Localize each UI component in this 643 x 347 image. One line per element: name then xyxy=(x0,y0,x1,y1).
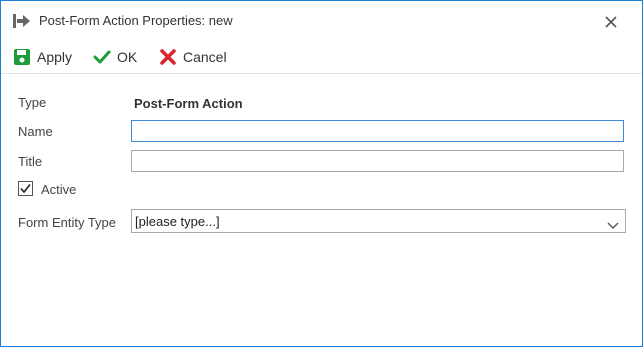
checkmark-icon xyxy=(20,184,31,194)
active-label: Active xyxy=(41,182,77,197)
chevron-down-icon xyxy=(607,218,619,233)
active-checkbox[interactable] xyxy=(18,181,33,196)
title-input[interactable] xyxy=(131,150,624,172)
type-label: Type xyxy=(18,95,47,110)
type-value: Post-Form Action xyxy=(134,96,243,111)
cancel-label: Cancel xyxy=(183,49,227,65)
form-entity-type-value: [please type...] xyxy=(135,214,220,229)
exit-arrow-icon xyxy=(13,13,31,29)
title-label: Title xyxy=(18,154,43,169)
form-entity-type-label: Form Entity Type xyxy=(18,215,117,230)
close-icon xyxy=(605,16,617,28)
ok-label: OK xyxy=(117,49,138,65)
title-bar: Post-Form Action Properties: new xyxy=(1,1,642,41)
close-button[interactable] xyxy=(601,12,621,32)
name-label: Name xyxy=(18,124,53,139)
apply-button[interactable]: Apply xyxy=(13,47,72,67)
dialog-window: Post-Form Action Properties: new Apply O… xyxy=(0,0,643,347)
window-title: Post-Form Action Properties: new xyxy=(39,13,233,28)
cancel-button[interactable]: Cancel xyxy=(159,47,227,67)
form-entity-type-select[interactable]: [please type...] xyxy=(131,209,626,233)
apply-label: Apply xyxy=(37,49,73,65)
ok-button[interactable]: OK xyxy=(93,47,137,67)
x-icon xyxy=(160,49,176,65)
save-icon xyxy=(14,49,30,65)
name-input[interactable] xyxy=(131,120,624,142)
checkmark-icon xyxy=(93,50,111,64)
toolbar: Apply OK Cancel xyxy=(1,41,642,74)
